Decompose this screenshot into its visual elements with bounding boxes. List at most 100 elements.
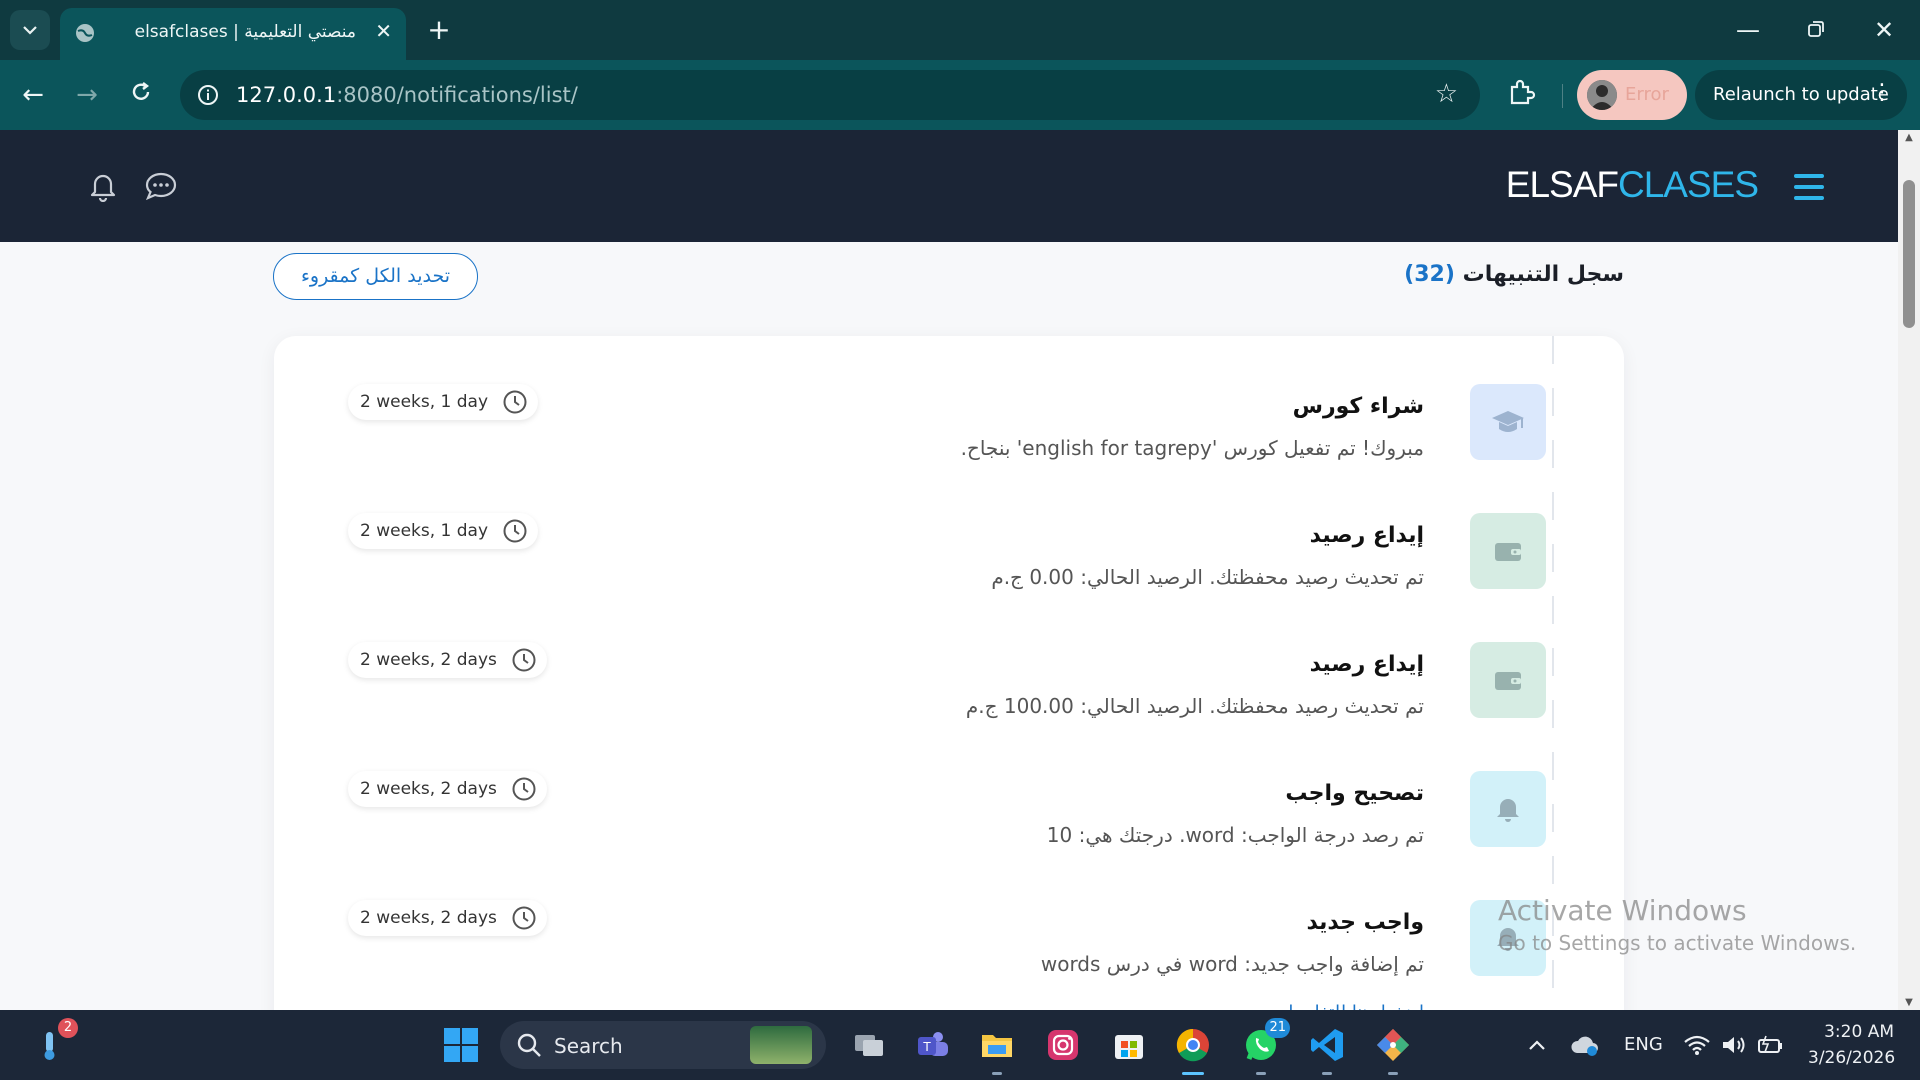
taskbar-search-box[interactable]: Search (500, 1021, 826, 1069)
reload-button[interactable] (122, 76, 160, 114)
bookmark-star-icon[interactable]: ☆ (1435, 79, 1458, 109)
system-clock[interactable]: 3:20 AM 3/26/2026 (1808, 1019, 1895, 1071)
app-running-indicator (1322, 1072, 1332, 1075)
notification-item[interactable]: إيداع رصيد تم تحديث رصيد محفظتك. الرصيد … (274, 513, 1624, 623)
relaunch-label: Relaunch to update (1713, 84, 1889, 105)
new-tab-button[interactable]: + (424, 12, 454, 48)
time-text: 2 weeks, 2 days (360, 779, 497, 799)
whatsapp-app[interactable]: 21 (1240, 1018, 1290, 1075)
restore-button[interactable] (1796, 12, 1836, 48)
url-host: 127.0.0.1 (236, 83, 337, 107)
wallet-icon (1470, 642, 1546, 718)
tab-list-button[interactable] (10, 10, 50, 50)
hamburger-menu-icon[interactable] (1794, 174, 1824, 200)
url-path: :8080/notifications/list/ (336, 83, 578, 107)
notification-message: تم إضافة واجب جديد: word في درس words (1040, 952, 1424, 976)
url-text[interactable]: 127.0.0.1:8080/notifications/list/ (236, 83, 578, 107)
chevron-up-icon (1529, 1040, 1545, 1050)
bell-icon (1470, 771, 1546, 847)
site-info-icon[interactable] (196, 83, 220, 107)
notification-title: واجب جديد (1306, 910, 1424, 935)
brand-part-1: ELSAF (1505, 164, 1619, 205)
scroll-down-arrow-icon[interactable]: ▼ (1898, 997, 1920, 1008)
globe-icon (72, 20, 98, 46)
notification-count: (32) (1404, 262, 1455, 287)
profile-button[interactable]: Error (1577, 70, 1687, 120)
notification-time: 2 weeks, 2 days (348, 642, 547, 678)
extensions-puzzle-icon[interactable] (1506, 78, 1538, 110)
vscode-icon (1311, 1029, 1343, 1061)
graduation-cap-icon (1470, 384, 1546, 460)
notification-time: 2 weeks, 1 day (348, 513, 539, 549)
back-button[interactable]: ← (14, 76, 52, 114)
active-tab[interactable]: elsafclases | منصتي التعليمية ✕ (60, 8, 406, 60)
chrome-app[interactable] (1172, 1024, 1214, 1075)
notification-item[interactable]: شراء كورس مبروك! تم تفعيل كورس 'english … (274, 384, 1624, 494)
folder-icon (982, 1035, 1012, 1057)
watermark-line-1: Activate Windows (1498, 894, 1747, 927)
kebab-menu-icon[interactable]: ⋮ (1871, 80, 1893, 105)
teams-icon: T (918, 1032, 948, 1056)
time-text: 2 weeks, 1 day (360, 521, 489, 541)
forward-button[interactable]: → (68, 76, 106, 114)
teams-app[interactable]: T (912, 1024, 954, 1066)
file-explorer-app[interactable] (976, 1024, 1018, 1075)
clock-icon (511, 776, 537, 802)
notification-message: تم تحديث رصيد محفظتك. الرصيد الحالي: 100… (965, 694, 1424, 718)
clock-icon (511, 905, 537, 931)
tray-overflow-button[interactable] (1516, 1024, 1558, 1066)
microsoft-store-app[interactable] (1108, 1024, 1150, 1066)
onedrive-tray[interactable] (1564, 1024, 1606, 1066)
notification-item[interactable]: تصحيح واجب تم رصد درجة الواجب: word. درج… (274, 771, 1624, 881)
language-indicator[interactable]: ENG (1624, 1034, 1663, 1055)
instagram-app[interactable] (1042, 1024, 1084, 1066)
task-view-button[interactable] (848, 1024, 890, 1066)
app-running-indicator (1256, 1072, 1266, 1075)
app-active-indicator (1182, 1072, 1204, 1075)
relaunch-button[interactable]: Relaunch to update ⋮ (1695, 70, 1907, 120)
close-icon[interactable]: ✕ (375, 19, 392, 43)
app-running-indicator (992, 1072, 1002, 1075)
git-app[interactable] (1372, 1024, 1414, 1075)
time-text: 2 weeks, 1 day (360, 392, 489, 412)
address-bar-row: ← → 127.0.0.1:8080/notifications/list/ ☆… (0, 60, 1920, 130)
wifi-icon (1684, 1035, 1710, 1055)
brand-logo[interactable]: ELSAFCLASES (1505, 164, 1759, 206)
details-link[interactable]: اضغط هنا للتفاصيل (1280, 1002, 1424, 1010)
activate-windows-watermark: Activate Windows Go to Settings to activ… (1498, 894, 1856, 955)
close-window-button[interactable]: ✕ (1864, 12, 1904, 48)
battery-tray[interactable] (1750, 1024, 1792, 1066)
search-highlight-image (750, 1026, 812, 1064)
bell-icon[interactable] (88, 170, 120, 204)
git-diamond-icon (1377, 1029, 1409, 1061)
clock-icon (511, 647, 537, 673)
wifi-tray[interactable] (1676, 1024, 1718, 1066)
time-text: 2 weeks, 2 days (360, 650, 497, 670)
instagram-icon (1048, 1030, 1078, 1060)
minimize-button[interactable]: — (1728, 12, 1768, 48)
avatar (1587, 80, 1617, 110)
notification-message: مبروك! تم تفعيل كورس 'english for tagrep… (960, 436, 1424, 460)
notification-title: إيداع رصيد (1309, 652, 1424, 677)
notification-item[interactable]: إيداع رصيد تم تحديث رصيد محفظتك. الرصيد … (274, 642, 1624, 752)
notification-message: تم رصد درجة الواجب: word. درجتك هي: 10 (1046, 823, 1424, 847)
mark-all-read-button[interactable]: تحديد الكل كمقروء (273, 253, 478, 300)
scroll-thumb[interactable] (1903, 180, 1915, 328)
toolbar-divider (1562, 84, 1563, 108)
windows-logo-icon (444, 1028, 478, 1062)
notification-item[interactable]: واجب جديد تم إضافة واجب جديد: word في در… (274, 900, 1624, 1010)
weather-widget[interactable]: 2 (28, 1018, 78, 1066)
notification-title: إيداع رصيد (1309, 523, 1424, 548)
vscode-app[interactable] (1306, 1024, 1348, 1075)
page-scrollbar[interactable]: ▲ ▼ (1898, 130, 1920, 1010)
store-icon (1115, 1035, 1143, 1059)
weather-badge: 2 (58, 1018, 78, 1038)
search-icon (516, 1032, 542, 1058)
scroll-up-arrow-icon[interactable]: ▲ (1898, 132, 1920, 143)
omnibox[interactable]: 127.0.0.1:8080/notifications/list/ ☆ (180, 70, 1480, 120)
chat-bubble-icon[interactable] (144, 170, 178, 204)
notification-time: 2 weeks, 2 days (348, 771, 547, 807)
start-button[interactable] (440, 1024, 482, 1066)
app-running-indicator (1388, 1072, 1398, 1075)
profile-error-label: Error (1625, 84, 1669, 105)
